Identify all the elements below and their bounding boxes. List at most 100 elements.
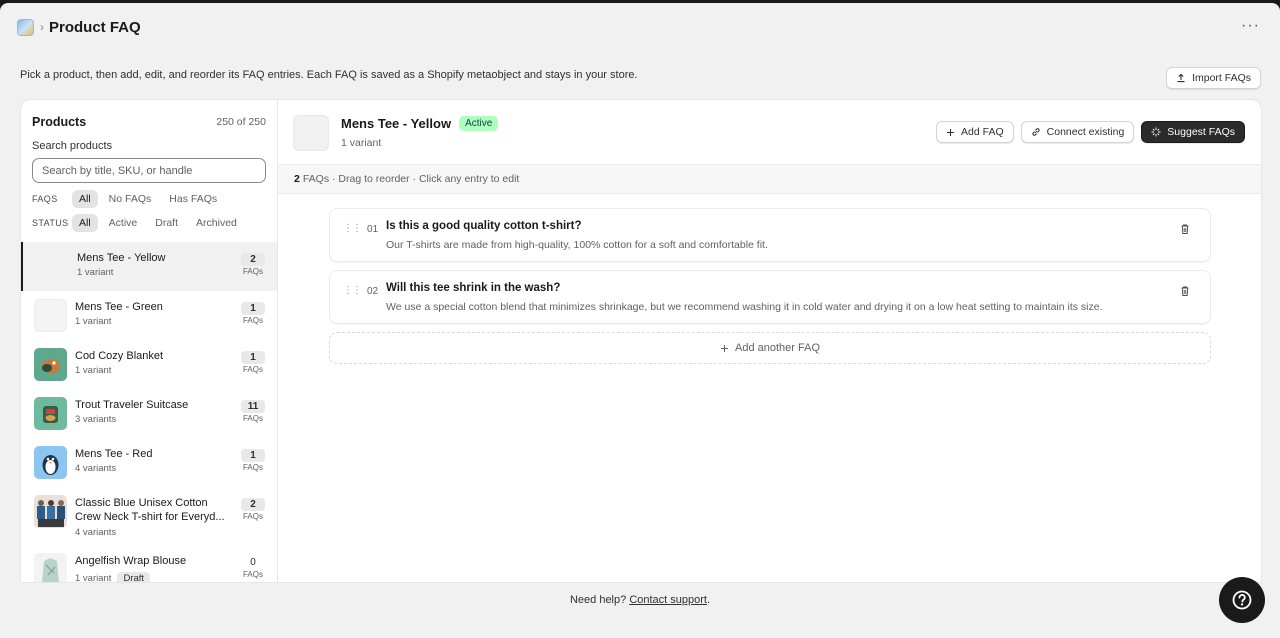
suggest-faqs-label: Suggest FAQs [1167,126,1235,138]
sidebar-header: Products 250 of 250 [32,115,266,129]
faq-count-badge: 2 FAQs [240,251,266,276]
faq-count-badge: 1 FAQs [240,300,266,325]
products-sidebar: Products 250 of 250 Search products FAQS… [21,100,278,582]
import-faqs-button[interactable]: Import FAQs [1166,67,1261,89]
product-variants: 1 variant [75,316,112,327]
product-item-classic-blue-tshirt[interactable]: Classic Blue Unisex Cotton Crew Neck T-s… [21,487,277,545]
upload-icon [1177,73,1185,83]
drag-handle-icon[interactable]: ⋮⋮ [343,223,362,234]
question-mark-icon [1232,590,1252,610]
top-bar: › Product FAQ ··· [0,3,1280,51]
faq-list: ⋮⋮ 01 Is this a good quality cotton t-sh… [329,208,1211,364]
faq-count: 11 [241,400,265,413]
more-actions-icon[interactable]: ··· [1241,17,1260,35]
product-thumbnail [34,348,67,381]
product-item-trout-traveler-suitcase[interactable]: Trout Traveler Suitcase 3 variants 11 FA… [21,389,277,438]
product-thumbnail [34,553,67,582]
product-thumbnail [34,446,67,479]
status-filter-label: STATUS [32,218,69,228]
faq-count-badge: 2 FAQs [240,496,266,521]
faq-entry[interactable]: ⋮⋮ 01 Is this a good quality cotton t-sh… [329,208,1211,262]
faq-question: Will this tee shrink in the wash? [386,282,561,294]
faq-count: 1 [241,449,265,462]
status-badge: Draft [117,572,151,582]
product-title: Mens Tee - Yellow [341,116,452,131]
product-item-mens-tee-green[interactable]: Mens Tee - Green 1 variant 1 FAQs [21,291,277,340]
product-item-mens-tee-red[interactable]: Mens Tee - Red 4 variants 1 FAQs [21,438,277,487]
sparkle-icon [1151,127,1161,137]
product-name: Mens Tee - Green [75,301,163,313]
status-filter-all[interactable]: All [72,214,98,232]
fish-illustration-icon [34,348,67,381]
product-variants: 3 variants [75,414,117,425]
faq-count-unit: FAQs [242,267,263,276]
suggest-faqs-button[interactable]: Suggest FAQs [1141,121,1245,143]
intro-text: Pick a product, then add, edit, and reor… [20,69,638,81]
trash-icon[interactable] [1179,285,1191,297]
faq-filter-has-faqs[interactable]: Has FAQs [162,190,224,208]
connect-existing-label: Connect existing [1046,126,1125,138]
status-filter-row: STATUS All Active Draft Archived [32,214,244,232]
faq-question: Is this a good quality cotton t-shirt? [386,220,582,232]
add-faq-button[interactable]: Add FAQ [936,121,1014,143]
status-filter-active[interactable]: Active [102,214,145,232]
faq-entry[interactable]: ⋮⋮ 02 Will this tee shrink in the wash? … [329,270,1211,324]
help-button[interactable] [1219,577,1265,623]
footer: Need help? Contact support. [0,594,1280,606]
product-title-row: Mens Tee - Yellow Active [341,116,499,131]
link-icon [1032,128,1040,136]
add-another-faq-button[interactable]: Add another FAQ [329,332,1211,364]
product-variants: 4 variants [75,527,117,538]
faq-filter-no-faqs[interactable]: No FAQs [102,190,159,208]
app-logo-icon[interactable] [17,18,34,36]
product-thumbnail [34,299,67,332]
product-name: Cod Cozy Blanket [75,350,164,362]
search-label: Search products [32,140,113,152]
contact-support-link[interactable]: Contact support [629,594,707,606]
product-name: Trout Traveler Suitcase [75,399,189,411]
faq-count: 0 [250,557,256,568]
faq-count-unit: FAQs [242,570,263,579]
search-input[interactable] [32,158,266,183]
plus-icon [947,128,955,136]
faq-count-unit: FAQs [242,316,263,325]
add-faq-label: Add FAQ [961,126,1004,138]
product-item-mens-tee-yellow[interactable]: Mens Tee - Yellow 1 variant 2 FAQs [21,242,277,291]
page-title: Product FAQ [49,18,141,36]
product-variants: 1 variant [75,365,112,376]
product-name: Mens Tee - Red [75,448,153,460]
product-variants: 1 variant [75,573,112,582]
faq-count: 2 [241,253,265,266]
product-image [293,115,329,151]
penguin-illustration-icon [34,446,67,479]
status-filter-archived[interactable]: Archived [189,214,244,232]
product-thumbnail [34,495,67,528]
faq-info-bar: 2 FAQs · Drag to reorder · Click any ent… [278,164,1261,194]
faq-total: 2 [294,173,300,185]
product-thumbnail [34,397,67,430]
drag-handle-icon[interactable]: ⋮⋮ [343,285,362,296]
help-prefix: Need help? [569,594,627,606]
sidebar-title: Products [32,115,87,129]
faq-count: 2 [241,498,265,511]
product-item-angelfish-wrap-blouse[interactable]: Angelfish Wrap Blouse 1 variant Draft 0 … [21,545,277,582]
faq-filter-all[interactable]: All [72,190,98,208]
connect-existing-button[interactable]: Connect existing [1020,121,1135,143]
product-name: Mens Tee - Yellow [77,252,166,264]
product-count: 250 of 250 [216,116,266,128]
trash-icon[interactable] [1179,223,1191,235]
product-name: Angelfish Wrap Blouse [75,555,187,567]
breadcrumb-separator: › [40,20,44,34]
product-variants: 4 variants [75,463,117,474]
add-another-faq-label: Add another FAQ [735,342,820,354]
import-faqs-label: Import FAQs [1192,72,1251,84]
product-item-cod-cozy-blanket[interactable]: Cod Cozy Blanket 1 variant 1 FAQs [21,340,277,389]
faq-count-badge: 1 FAQs [240,447,266,472]
faq-count: 1 [241,351,265,364]
product-variants: 1 variant [341,137,382,149]
faq-answer: We use a special cotton blend that minim… [386,301,1103,313]
faq-count-badge: 0 FAQs [240,554,266,579]
faq-count-badge: 1 FAQs [240,349,266,374]
status-filter-draft[interactable]: Draft [148,214,185,232]
faq-number: 02 [367,286,379,297]
